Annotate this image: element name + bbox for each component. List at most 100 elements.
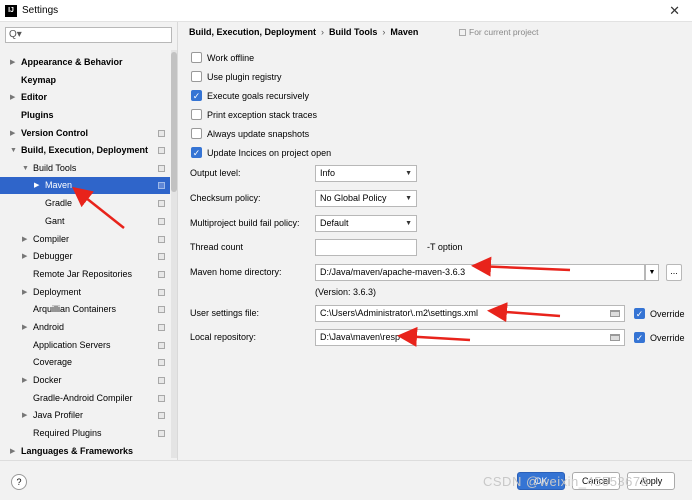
sidebar-item-docker[interactable]: ▶ Docker xyxy=(0,372,170,389)
sidebar-item-gradle[interactable]: Gradle xyxy=(0,195,170,212)
option-label: Update Incices on project open xyxy=(207,148,332,158)
sidebar-item-label: Deployment xyxy=(33,287,82,297)
sidebar-item-coverage[interactable]: Coverage xyxy=(0,354,170,371)
maven-home-input[interactable]: D:/Java/maven/apache-maven-3.6.3 xyxy=(315,264,645,281)
checksum-policy-label: Checksum policy: xyxy=(190,193,261,203)
sidebar-item-java-profiler[interactable]: ▶ Java Profiler xyxy=(0,407,170,424)
expanded-arrow-icon[interactable]: ▼ xyxy=(10,142,17,159)
sidebar-item-version-control[interactable]: ▶ Version Control xyxy=(0,125,170,142)
sidebar-item-compiler[interactable]: ▶ Compiler xyxy=(0,231,170,248)
folder-icon[interactable] xyxy=(610,310,620,317)
search-icon: Q▾ xyxy=(9,29,22,40)
sidebar-item-application-servers[interactable]: Application Servers xyxy=(0,337,170,354)
sidebar-item-required-plugins[interactable]: Required Plugins xyxy=(0,425,170,442)
sidebar-item-label: Version Control xyxy=(21,128,89,138)
for-current-project-label: For current project xyxy=(459,27,538,37)
sidebar-item-plugins[interactable]: Plugins xyxy=(0,107,170,124)
settings-sidebar: Q▾ ▶ Appearance & Behavior Keymap ▶ Editor Pl… xyxy=(0,22,178,473)
breadcrumb-build-execution: Build, Execution, Deployment xyxy=(189,27,317,37)
multiproject-fail-policy-label: Multiproject build fail policy: xyxy=(190,218,300,228)
collapsed-arrow-icon[interactable]: ▶ xyxy=(22,372,27,389)
sidebar-item-editor[interactable]: ▶ Editor xyxy=(0,89,170,106)
help-button[interactable]: ? xyxy=(11,474,27,490)
multiproject-fail-policy-select[interactable]: Default ▼ xyxy=(315,215,417,232)
collapsed-arrow-icon[interactable]: ▶ xyxy=(22,284,27,301)
output-level-label: Output level: xyxy=(190,168,241,178)
project-scope-icon xyxy=(459,29,466,36)
option-label: Print exception stack traces xyxy=(207,110,318,120)
project-scope-icon xyxy=(158,147,165,154)
local-repository-input[interactable]: D:\Java\maven\resp xyxy=(315,329,625,346)
project-scope-icon xyxy=(158,200,165,207)
sidebar-item-deployment[interactable]: ▶ Deployment xyxy=(0,284,170,301)
maven-settings-panel: Build, Execution, Deployment › Build Tools… xyxy=(179,22,692,460)
collapsed-arrow-icon[interactable]: ▶ xyxy=(22,407,27,424)
collapsed-arrow-icon[interactable]: ▶ xyxy=(22,248,27,265)
sidebar-item-label: Gradle xyxy=(45,198,73,208)
sidebar-item-android[interactable]: ▶ Android xyxy=(0,319,170,336)
scrollbar-thumb[interactable] xyxy=(171,52,177,192)
sidebar-item-label: Android xyxy=(33,322,65,332)
maven-home-label: Maven home directory: xyxy=(190,267,282,277)
sidebar-item-maven[interactable]: ▶ Maven xyxy=(0,177,170,194)
sidebar-item-arquillian-containers[interactable]: Arquillian Containers xyxy=(0,301,170,318)
collapsed-arrow-icon[interactable]: ▶ xyxy=(10,443,15,460)
sidebar-item-keymap[interactable]: Keymap xyxy=(0,72,170,89)
user-settings-label: User settings file: xyxy=(190,308,260,318)
sidebar-item-appearance-behavior[interactable]: ▶ Appearance & Behavior xyxy=(0,54,170,71)
local-repository-label: Local repository: xyxy=(190,332,257,342)
sidebar-item-label: Build Tools xyxy=(33,163,77,173)
thread-count-label: Thread count xyxy=(190,242,244,252)
checkbox-unchecked-icon xyxy=(191,128,202,139)
sidebar-item-languages-frameworks[interactable]: ▶ Languages & Frameworks xyxy=(0,443,170,460)
chevron-down-icon: ▼ xyxy=(648,269,656,276)
folder-icon[interactable] xyxy=(610,334,620,341)
project-scope-icon xyxy=(158,306,165,313)
dialog-button-bar: ? OK Cancel Apply CSDN @weixin_45553678 xyxy=(0,460,692,500)
checkbox-checked-icon: ✓ xyxy=(634,308,645,319)
user-settings-input[interactable]: C:\Users\Administrator\.m2\settings.xml xyxy=(315,305,625,322)
collapsed-arrow-icon[interactable]: ▶ xyxy=(22,319,27,336)
project-scope-icon xyxy=(158,253,165,260)
sidebar-item-label: Appearance & Behavior xyxy=(21,57,123,67)
sidebar-item-build-execution-deployment[interactable]: ▼ Build, Execution, Deployment xyxy=(0,142,170,159)
sidebar-item-label: Plugins xyxy=(21,110,54,120)
collapsed-arrow-icon[interactable]: ▶ xyxy=(22,231,27,248)
collapsed-arrow-icon[interactable]: ▶ xyxy=(10,54,15,71)
sidebar-item-label: Java Profiler xyxy=(33,410,84,420)
breadcrumb-separator: › xyxy=(382,27,386,37)
collapsed-arrow-icon[interactable]: ▶ xyxy=(34,177,39,194)
expanded-arrow-icon[interactable]: ▼ xyxy=(22,160,29,177)
project-scope-icon xyxy=(158,342,165,349)
sidebar-scrollbar[interactable] xyxy=(171,50,177,458)
sidebar-item-label: Maven xyxy=(45,180,73,190)
chevron-down-icon: ▼ xyxy=(405,170,412,177)
maven-home-browse-button[interactable]: ... xyxy=(666,264,682,281)
sidebar-item-label: Editor xyxy=(21,92,47,102)
sidebar-item-debugger[interactable]: ▶ Debugger xyxy=(0,248,170,265)
sidebar-item-remote-jar-repositories[interactable]: Remote Jar Repositories xyxy=(0,266,170,283)
sidebar-item-label: Compiler xyxy=(33,234,70,244)
intellij-app-icon: IJ xyxy=(5,5,17,17)
sidebar-item-label: Arquillian Containers xyxy=(33,304,117,314)
thread-count-hint: -T option xyxy=(427,242,463,252)
output-level-select[interactable]: Info ▼ xyxy=(315,165,417,182)
maven-version-label: (Version: 3.6.3) xyxy=(315,287,377,297)
sidebar-item-build-tools[interactable]: ▼ Build Tools xyxy=(0,160,170,177)
window-title: Settings xyxy=(22,5,59,16)
checksum-policy-select[interactable]: No Global Policy ▼ xyxy=(315,190,417,207)
collapsed-arrow-icon[interactable]: ▶ xyxy=(10,89,15,106)
close-icon[interactable]: ✕ xyxy=(669,3,680,19)
search-input[interactable]: Q▾ xyxy=(5,27,172,43)
maven-home-dropdown-button[interactable]: ▼ xyxy=(645,264,659,281)
sidebar-item-label: Languages & Frameworks xyxy=(21,446,134,456)
project-scope-icon xyxy=(158,412,165,419)
sidebar-item-gant[interactable]: Gant xyxy=(0,213,170,230)
option-label: Execute goals recursively xyxy=(207,91,310,101)
sidebar-item-gradle-android-compiler[interactable]: Gradle-Android Compiler xyxy=(0,390,170,407)
thread-count-input[interactable] xyxy=(315,239,417,256)
sidebar-item-label: Docker xyxy=(33,375,62,385)
collapsed-arrow-icon[interactable]: ▶ xyxy=(10,125,15,142)
sidebar-item-label: Required Plugins xyxy=(33,428,102,438)
sidebar-item-label: Application Servers xyxy=(33,340,111,350)
